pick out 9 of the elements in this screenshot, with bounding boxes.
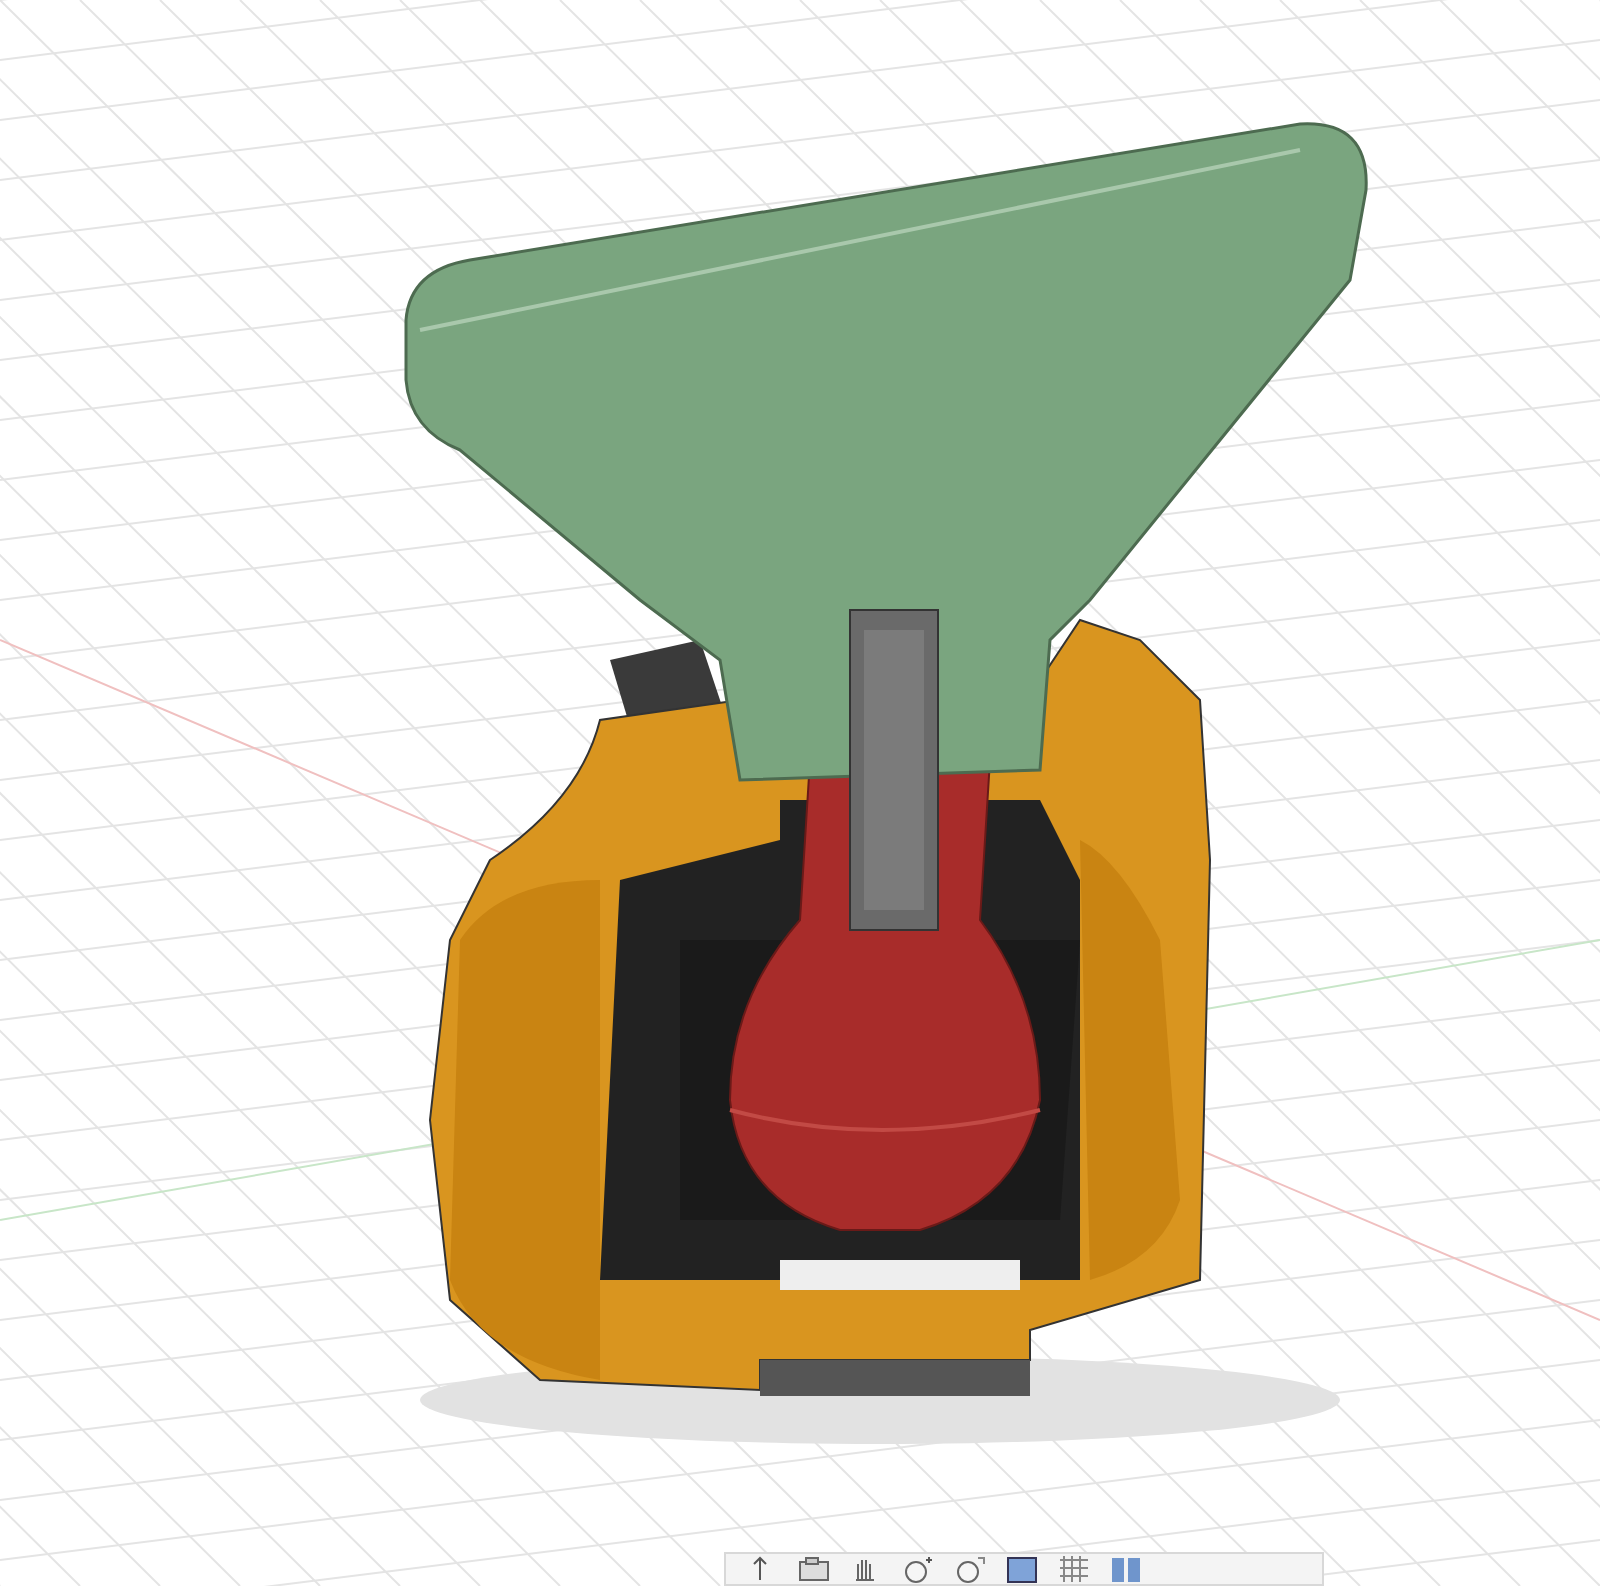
- display-settings-icon: [1006, 1554, 1038, 1584]
- camera-button[interactable]: [798, 1554, 830, 1584]
- display-settings-button[interactable]: [1006, 1554, 1038, 1584]
- zoom-fit-button[interactable]: [954, 1554, 986, 1584]
- zoom-button[interactable]: [902, 1554, 934, 1584]
- viewports-icon: [1110, 1554, 1142, 1584]
- grid-icon: [1058, 1554, 1090, 1584]
- viewports-button[interactable]: [1110, 1554, 1142, 1584]
- grid-button[interactable]: [1058, 1554, 1090, 1584]
